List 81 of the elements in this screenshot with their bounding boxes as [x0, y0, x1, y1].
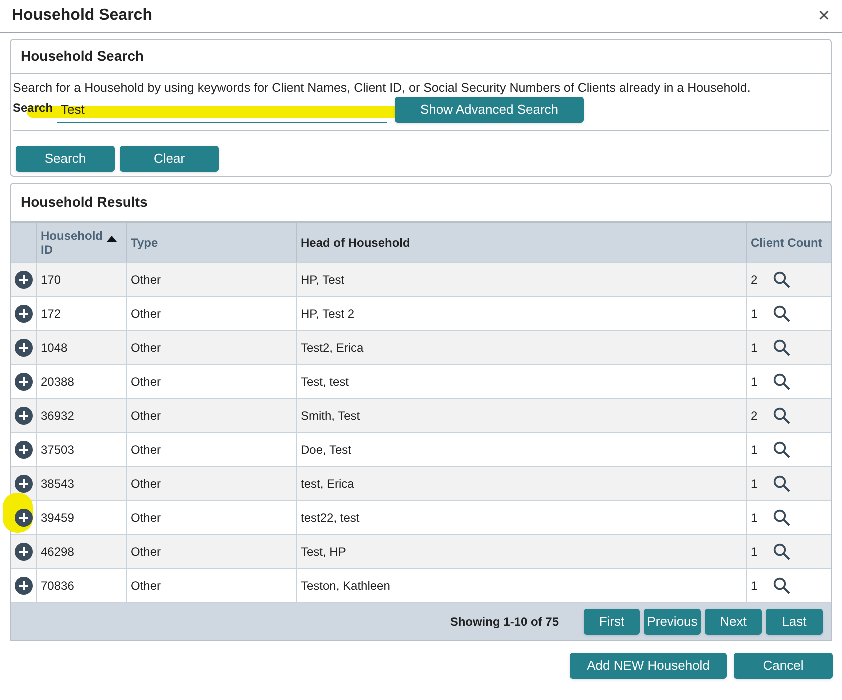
search-field[interactable]: Test: [57, 97, 387, 123]
table-cell-text: 70836: [41, 578, 74, 594]
table-cell-text: test, Erica: [301, 476, 354, 492]
close-button[interactable]: ×: [818, 6, 830, 26]
expand-icon[interactable]: [14, 440, 32, 458]
table-cell-text: HP, Test 2: [301, 306, 355, 322]
table-cell-text: Teston, Kathleen: [301, 578, 390, 594]
table-cell-text: Test, test: [301, 374, 350, 390]
table-cell-text: Smith, Test: [301, 408, 360, 424]
table-cell-text: 1: [751, 340, 759, 356]
column-header[interactable]: Client Count: [751, 236, 822, 250]
table-cell-text: 2: [751, 408, 759, 424]
expand-icon[interactable]: [14, 338, 32, 356]
previous-page-button[interactable]: Previous: [644, 608, 701, 634]
search-icon[interactable]: [773, 542, 791, 560]
expand-icon[interactable]: [14, 508, 32, 526]
table-cell-text: 1: [751, 544, 759, 560]
sort-up-icon[interactable]: [107, 236, 117, 242]
table-cell-text: Other: [131, 340, 162, 356]
window-title: Household Search: [12, 6, 152, 26]
table-cell-text: Other: [131, 272, 162, 288]
table-cell-text: 1: [751, 510, 759, 526]
expand-icon[interactable]: [14, 304, 32, 322]
last-page-button[interactable]: Last: [766, 608, 823, 634]
table-cell-text: Other: [131, 306, 162, 322]
table-cell-text: Other: [131, 578, 162, 594]
table-cell-text: Test, HP: [301, 544, 346, 560]
table-cell-text: 1: [751, 476, 759, 492]
search-description: Search for a Household by using keywords for Client Names, Client ID, or Social Security Numbers of Clients already in a Household.: [13, 80, 752, 96]
next-page-button[interactable]: Next: [705, 608, 762, 634]
search-icon[interactable]: [773, 270, 791, 288]
add-household-button[interactable]: Add NEW Household: [570, 653, 727, 679]
table-cell-text: 20388: [41, 374, 74, 390]
table-cell-text: 38543: [41, 476, 74, 492]
table-cell-text: Other: [131, 476, 162, 492]
expand-icon[interactable]: [14, 576, 32, 594]
table-cell-text: Doe, Test: [301, 442, 352, 458]
table-cell-text: Other: [131, 374, 162, 390]
clear-button[interactable]: Clear: [120, 146, 219, 172]
table-cell-text: 1: [751, 374, 759, 390]
search-icon[interactable]: [773, 304, 791, 322]
table-cell-text: 37503: [41, 442, 74, 458]
table-cell-text: test22, test: [301, 510, 360, 526]
search-icon[interactable]: [773, 474, 791, 492]
search-icon[interactable]: [773, 372, 791, 390]
table-cell-text: Other: [131, 408, 162, 424]
paging-info: Showing 1-10 of 75: [450, 614, 559, 630]
search-icon[interactable]: [773, 508, 791, 526]
table-cell-text: 36932: [41, 408, 74, 424]
cancel-button[interactable]: Cancel: [734, 653, 833, 679]
first-page-button[interactable]: First: [584, 608, 640, 634]
search-icon[interactable]: [773, 576, 791, 594]
search-icon[interactable]: [773, 440, 791, 458]
table-cell-text: 1: [751, 306, 759, 322]
expand-icon[interactable]: [14, 270, 32, 288]
table-cell-text: 170: [41, 272, 62, 288]
table-cell-text: 2: [751, 272, 759, 288]
table-cell-text: Other: [131, 510, 162, 526]
table-cell-text: Test2, Erica: [301, 340, 364, 356]
table-cell-text: HP, Test: [301, 272, 345, 288]
search-icon[interactable]: [773, 406, 791, 424]
table-cell-text: 1048: [41, 340, 68, 356]
table-cell-text: 1: [751, 578, 759, 594]
table-cell-text: 1: [751, 442, 759, 458]
table-cell-text: 46298: [41, 544, 74, 560]
expand-icon[interactable]: [14, 542, 32, 560]
table-cell-text: Other: [131, 544, 162, 560]
column-header[interactable]: Household ID: [41, 228, 107, 256]
panel-title: Household Results: [21, 193, 148, 212]
advanced-search-button[interactable]: Show Advanced Search: [395, 97, 584, 123]
table-cell-text: 39459: [41, 510, 74, 526]
table-cell-text: 172: [41, 306, 62, 322]
column-header[interactable]: Type: [131, 236, 158, 250]
table-cell-text: Other: [131, 442, 162, 458]
search-button[interactable]: Search: [16, 146, 115, 172]
expand-icon[interactable]: [14, 406, 32, 424]
expand-icon[interactable]: [14, 474, 32, 492]
search-icon[interactable]: [773, 338, 791, 356]
expand-icon[interactable]: [14, 372, 32, 390]
panel-title: Household Search: [21, 47, 144, 66]
column-header[interactable]: Head of Household: [301, 236, 410, 250]
